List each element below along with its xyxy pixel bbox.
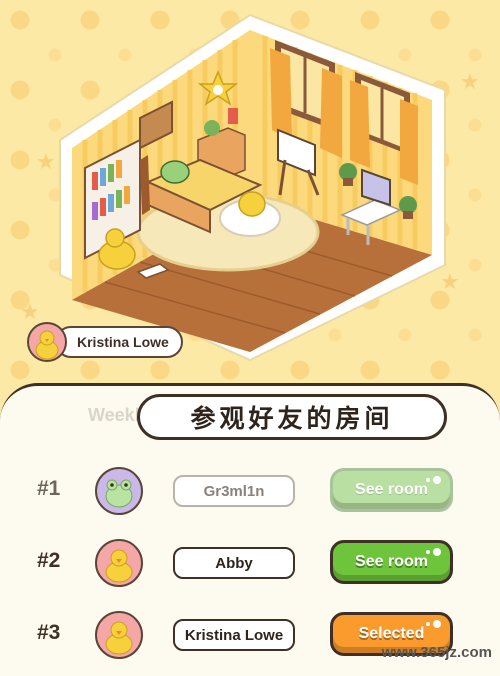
player-profile[interactable]: Kristina Lowe [27, 322, 183, 362]
button-label: See room [355, 553, 428, 570]
shine-dot [426, 622, 430, 626]
friend-row: #1 Gr3ml1n See room [0, 461, 500, 521]
button-label: Selected [358, 625, 425, 642]
shine-dot [426, 550, 430, 554]
shine-dot [433, 548, 441, 556]
duck-avatar-icon [27, 322, 67, 362]
friend-rank: #1 [37, 477, 61, 500]
see-room-button[interactable]: See room [330, 468, 453, 512]
duck-avatar-icon [95, 539, 143, 587]
friend-rank: #3 [37, 621, 61, 644]
room-illustration [59, 13, 446, 362]
watermark: www.365jz.com [381, 644, 492, 661]
friend-rank: #2 [37, 549, 61, 572]
player-name: Kristina Lowe [55, 326, 183, 358]
panel-title: 参观好友的房间 [137, 394, 447, 440]
frog-avatar-icon [95, 467, 143, 515]
shine-dot [433, 476, 441, 484]
friend-name: Kristina Lowe [173, 619, 295, 651]
friend-name: Gr3ml1n [173, 475, 295, 507]
shine-dot [426, 478, 430, 482]
duck-avatar-icon [95, 611, 143, 659]
weekly-tab[interactable]: Weekl [88, 405, 140, 426]
friend-name: Abby [173, 547, 295, 579]
button-label: See room [355, 481, 428, 498]
see-room-button[interactable]: See room [330, 540, 453, 584]
shine-dot [433, 620, 441, 628]
friend-row: #2 Abby See room [0, 533, 500, 593]
